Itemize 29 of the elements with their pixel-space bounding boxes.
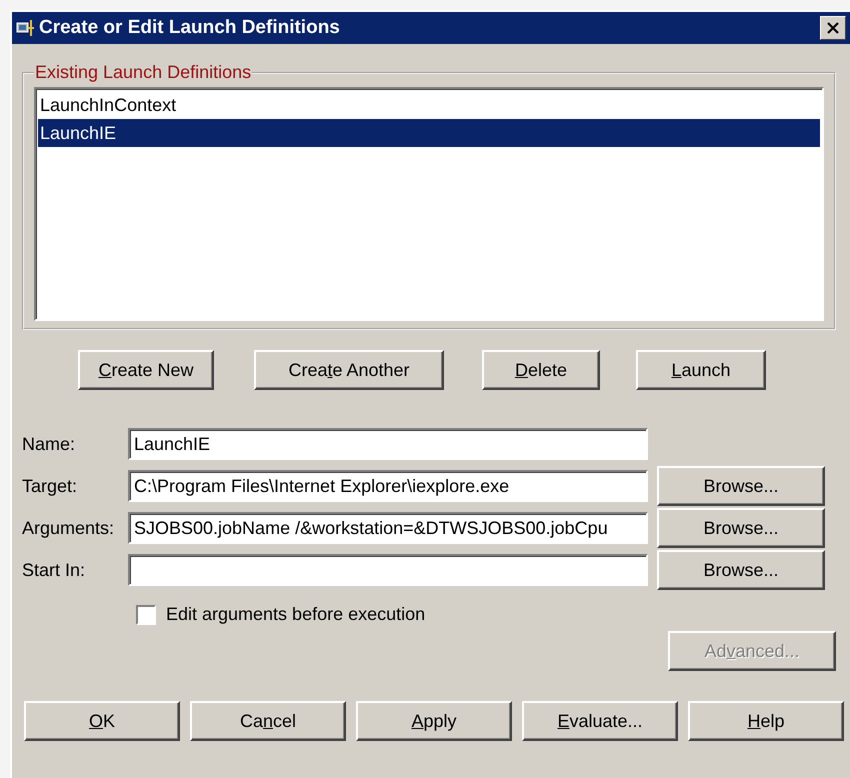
field-label: Start In:	[22, 560, 86, 580]
list-item[interactable]: LaunchInContext	[38, 91, 820, 119]
browse-button[interactable]: Browse...	[657, 466, 825, 506]
dialog-button[interactable]: Help	[688, 701, 844, 741]
checkbox-label: Edit arguments before execution	[166, 604, 426, 625]
dialog-button[interactable]: Cancel	[190, 701, 346, 741]
action-button[interactable]: Create Another	[254, 350, 444, 390]
field-label: Name:	[22, 434, 76, 454]
input-field[interactable]	[128, 554, 648, 586]
field-label: Target:	[22, 476, 78, 496]
window-icon	[16, 19, 36, 37]
window-title: Create or Edit Launch Definitions	[39, 17, 341, 39]
list-item[interactable]: LaunchIE	[38, 119, 820, 147]
checkbox[interactable]	[136, 604, 156, 624]
input-field[interactable]: SJOBS00.jobName /&workstation=&DTWSJOBS00.jobCpu	[128, 512, 648, 544]
action-button[interactable]: Delete	[482, 350, 600, 390]
browse-button[interactable]: Browse...	[657, 508, 825, 548]
input-field[interactable]: LaunchIE	[128, 428, 648, 460]
close-icon	[826, 22, 840, 34]
group-label: Existing Launch Definitions	[34, 62, 252, 83]
input-field[interactable]: C:\Program Files\Internet Explorer\iexplore.exe	[128, 470, 648, 502]
action-button[interactable]: Launch	[636, 350, 766, 390]
dialog-button[interactable]: Evaluate...	[522, 701, 678, 741]
field-label: Arguments:	[22, 518, 116, 538]
dialog-button[interactable]: Apply	[356, 701, 512, 741]
close-button[interactable]	[820, 16, 846, 40]
browse-button[interactable]: Browse...	[657, 550, 825, 590]
dialog-button[interactable]: OK	[24, 701, 180, 741]
action-button[interactable]: Create New	[78, 350, 214, 390]
